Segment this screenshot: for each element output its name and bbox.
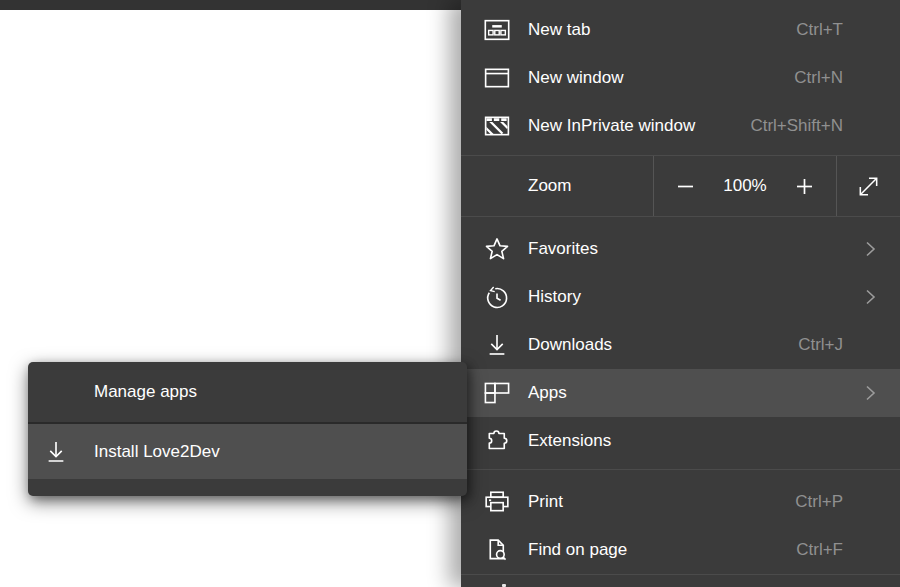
menu-item-label: Downloads <box>528 335 612 355</box>
menu-item-label: Find on page <box>528 540 627 560</box>
menu-item-shortcut: Ctrl+J <box>798 335 843 355</box>
separator <box>461 574 900 575</box>
menu-item-label: History <box>528 287 581 307</box>
downloads-icon <box>484 332 510 358</box>
history-icon <box>484 284 510 310</box>
chevron-right-icon <box>862 288 878 306</box>
menu-item-extensions[interactable]: Extensions <box>461 417 900 465</box>
menu-item-print[interactable]: Print Ctrl+P <box>461 478 900 526</box>
zoom-out-button[interactable] <box>675 176 695 196</box>
chevron-right-icon <box>862 240 878 258</box>
new-tab-icon <box>484 17 510 43</box>
menu-item-label: Manage apps <box>94 382 197 402</box>
menu-item-shortcut: Ctrl+Shift+N <box>750 116 843 136</box>
settings-menu: New tab Ctrl+T New window Ctrl+N New InPriva… <box>461 0 900 587</box>
apps-submenu: Manage apps Install Love2Dev <box>28 362 467 496</box>
menu-item-manage-apps[interactable]: Manage apps <box>28 362 467 422</box>
new-inprivate-window-icon <box>484 113 510 139</box>
menu-item-label: Apps <box>528 383 567 403</box>
menu-item-shortcut: Ctrl+N <box>794 68 843 88</box>
fullscreen-cell <box>837 156 900 216</box>
menu-item-history[interactable]: History <box>461 273 900 321</box>
extensions-icon <box>484 428 510 454</box>
zoom-controls: 100% <box>654 156 836 216</box>
menu-item-shortcut: Ctrl+F <box>796 540 843 560</box>
menu-item-label: New InPrivate window <box>528 116 695 136</box>
menu-item-new-window[interactable]: New window Ctrl+N <box>461 54 900 102</box>
zoom-row: Zoom 100% <box>461 156 900 216</box>
menu-item-new-tab[interactable]: New tab Ctrl+T <box>461 6 900 54</box>
print-icon <box>484 489 510 515</box>
zoom-value: 100% <box>723 176 766 196</box>
menu-item-label: Extensions <box>528 431 611 451</box>
menu-item-label: New tab <box>528 20 590 40</box>
menu-item-label: Install Love2Dev <box>94 442 220 462</box>
zoom-label-cell: Zoom <box>461 156 653 216</box>
install-icon <box>43 439 69 465</box>
screen: New tab Ctrl+T New window Ctrl+N New InPriva… <box>0 0 900 587</box>
menu-item-shortcut: Ctrl+P <box>795 492 843 512</box>
zoom-in-button[interactable] <box>795 176 815 196</box>
menu-item-label: Favorites <box>528 239 598 259</box>
chevron-right-icon <box>862 384 878 402</box>
menu-item-downloads[interactable]: Downloads Ctrl+J <box>461 321 900 369</box>
menu-item-new-inprivate-window[interactable]: New InPrivate window Ctrl+Shift+N <box>461 102 900 150</box>
fullscreen-button[interactable] <box>856 174 881 199</box>
menu-item-shortcut: Ctrl+T <box>796 20 843 40</box>
zoom-label: Zoom <box>528 176 571 196</box>
menu-item-label: Print <box>528 492 563 512</box>
menu-item-label: New window <box>528 68 623 88</box>
menu-item-apps[interactable]: Apps <box>461 369 900 417</box>
menu-item-find-on-page[interactable]: Find on page Ctrl+F <box>461 526 900 574</box>
menu-item-install-love2dev[interactable]: Install Love2Dev <box>28 424 467 479</box>
menu-item-favorites[interactable]: Favorites <box>461 225 900 273</box>
new-window-icon <box>484 65 510 91</box>
apps-icon <box>484 380 510 406</box>
favorites-icon <box>484 236 510 262</box>
find-on-page-icon <box>484 537 510 563</box>
